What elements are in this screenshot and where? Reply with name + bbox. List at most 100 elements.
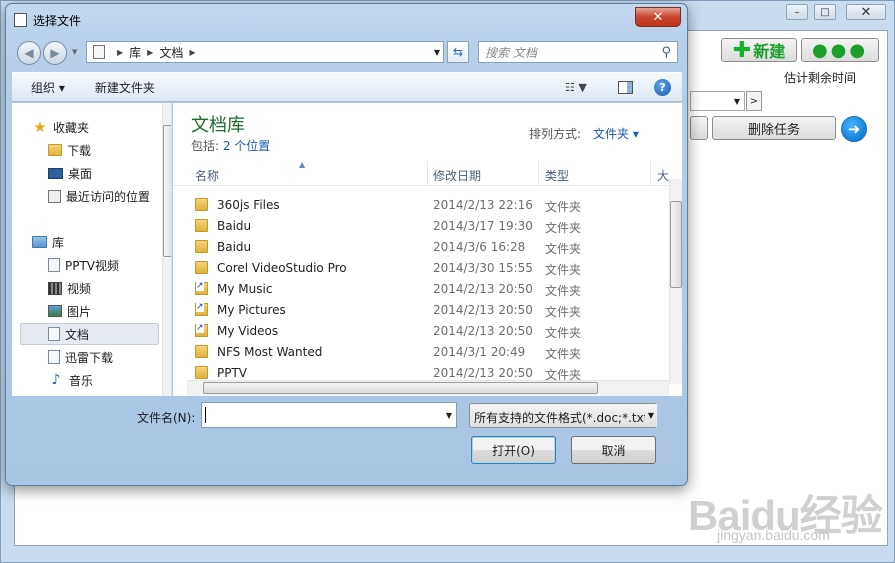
nav-music[interactable]: ♪ 音乐	[48, 369, 171, 391]
file-type: 文件夹	[545, 263, 582, 277]
chevron-right-icon[interactable]: >	[746, 91, 762, 111]
file-row[interactable]: Baidu 2014/3/6 16:28 文件夹	[191, 237, 671, 258]
column-divider[interactable]	[427, 161, 428, 185]
dialog-title: 选择文件	[33, 14, 82, 28]
nav-xunlei-download[interactable]: 迅雷下载	[48, 346, 171, 368]
new-task-button[interactable]: ✚ 新建	[721, 38, 797, 63]
document-icon	[48, 350, 60, 364]
shortcut-folder-icon	[195, 281, 208, 295]
file-type: 文件夹	[545, 347, 582, 361]
nav-downloads[interactable]: 下载	[48, 139, 171, 161]
bg-side-button[interactable]	[690, 116, 708, 140]
file-row[interactable]: My Music 2014/2/13 20:50 文件夹	[191, 279, 671, 300]
chevron-right-icon[interactable]: ▶	[189, 48, 195, 57]
file-name: Baidu	[217, 240, 252, 254]
file-type: 文件夹	[545, 326, 582, 340]
column-type[interactable]: 类型	[545, 167, 569, 184]
column-divider[interactable]	[538, 161, 539, 185]
delete-task-button[interactable]: 删除任务	[712, 116, 836, 140]
file-name: My Pictures	[217, 303, 286, 317]
nav-scrollbar-thumb[interactable]	[163, 125, 171, 257]
star-icon: ★	[33, 118, 47, 136]
file-row[interactable]: NFS Most Wanted 2014/3/1 20:49 文件夹	[191, 342, 671, 363]
nav-favorites[interactable]: ★ 收藏夹	[32, 116, 171, 138]
file-modified: 2014/3/30 15:55	[433, 261, 533, 275]
bg-maximize-button[interactable]: □	[814, 4, 836, 20]
chevron-right-icon[interactable]: ▶	[117, 48, 123, 57]
file-name: 360js Files	[217, 198, 280, 212]
search-input[interactable]: 搜索 文档 ⚲	[478, 41, 678, 63]
chevron-right-icon[interactable]: ▶	[147, 48, 153, 57]
library-includes: 包括: 2 个位置	[191, 137, 270, 154]
breadcrumb-documents[interactable]: 文档	[159, 44, 183, 61]
nav-label: 下载	[67, 143, 92, 158]
nav-pptv-video[interactable]: PPTV视频	[48, 254, 171, 276]
library-icon	[32, 236, 47, 248]
nav-recent-places[interactable]: 最近访问的位置	[48, 185, 171, 207]
navigation-pane: ★ 收藏夹 下载 桌面 最近访问的位置 库 PPTV视频 视频 图片 文档 迅雷下…	[12, 103, 172, 396]
file-modified: 2014/2/13 22:16	[433, 198, 533, 212]
new-folder-button[interactable]: 新建文件夹	[95, 79, 155, 96]
address-bar[interactable]: ▶ 库 ▶ 文档 ▶	[86, 41, 444, 63]
recent-pages-dropdown[interactable]: ▼	[72, 48, 77, 56]
folder-icon	[195, 366, 208, 379]
document-icon	[48, 258, 60, 272]
dialog-title-icon	[14, 13, 27, 27]
more-button[interactable]: ●●●	[801, 38, 879, 62]
column-name[interactable]: 名称	[195, 167, 219, 184]
column-modified[interactable]: 修改日期	[433, 167, 481, 184]
column-size[interactable]: 大	[657, 167, 669, 184]
column-header-row: ▲ 名称 修改日期 类型 大	[173, 160, 669, 186]
file-row[interactable]: My Videos 2014/2/13 20:50 文件夹	[191, 321, 671, 342]
arrow-right-icon[interactable]: ➜	[841, 116, 867, 142]
nav-label: 迅雷下载	[65, 350, 114, 365]
includes-locations-link[interactable]: 2 个位置	[223, 139, 270, 153]
breadcrumb-library[interactable]: 库	[129, 44, 141, 61]
nav-label: 最近访问的位置	[66, 189, 151, 204]
nav-label: 视频	[67, 281, 92, 296]
file-row[interactable]: My Pictures 2014/2/13 20:50 文件夹	[191, 300, 671, 321]
open-button[interactable]: 打开(O)	[471, 436, 556, 464]
file-list-hscroll-thumb[interactable]	[203, 382, 598, 394]
filename-input[interactable]	[201, 402, 457, 428]
bg-minimize-button[interactable]: –	[786, 4, 808, 20]
forward-button[interactable]: ▶	[43, 41, 67, 65]
refresh-icon: ⇆	[452, 45, 464, 59]
filename-label: 文件名(N):	[137, 411, 196, 425]
arrange-by-dropdown[interactable]: 文件夹 ▾	[593, 125, 639, 142]
refresh-button[interactable]: ⇆	[447, 41, 469, 63]
filter-dropdown-icon[interactable]: ▼	[645, 404, 657, 427]
nav-pictures[interactable]: 图片	[48, 300, 171, 322]
file-row[interactable]: Baidu 2014/3/17 19:30 文件夹	[191, 216, 671, 237]
nav-desktop[interactable]: 桌面	[48, 162, 171, 184]
music-icon: ♪	[51, 372, 61, 388]
nav-videos[interactable]: 视频	[48, 277, 171, 299]
text-cursor	[205, 407, 206, 423]
document-icon	[93, 45, 105, 59]
file-type-filter[interactable]: 所有支持的文件格式(*.doc;*.txt	[469, 403, 657, 428]
view-options-icon[interactable]: ☷ ▼	[565, 81, 587, 94]
file-modified: 2014/2/13 20:50	[433, 282, 533, 296]
address-dropdown-icon[interactable]: ▼	[430, 41, 444, 63]
preview-pane-icon[interactable]	[618, 81, 633, 94]
column-divider[interactable]	[650, 161, 651, 185]
file-row[interactable]: Corel VideoStudio Pro 2014/3/30 15:55 文件夹	[191, 258, 671, 279]
nav-libraries[interactable]: 库	[32, 231, 171, 253]
cancel-button[interactable]: 取消	[571, 436, 656, 464]
help-icon[interactable]: ?	[654, 79, 671, 96]
chevron-down-icon[interactable]: ▼	[730, 92, 744, 110]
organize-menu[interactable]: 组织 ▾	[31, 79, 65, 96]
dialog-close-button[interactable]: ✕	[635, 7, 681, 27]
filename-dropdown-icon[interactable]: ▼	[442, 403, 456, 427]
file-modified: 2014/3/1 20:49	[433, 345, 526, 359]
back-button[interactable]: ◀	[17, 41, 41, 65]
file-type: 文件夹	[545, 200, 582, 214]
shortcut-folder-icon	[195, 323, 208, 337]
file-list-vscroll-thumb[interactable]	[670, 201, 682, 288]
bg-close-button[interactable]: ✕	[846, 4, 886, 20]
file-name: PPTV	[217, 366, 248, 380]
nav-documents[interactable]: 文档	[20, 323, 159, 345]
desktop-icon	[48, 167, 63, 179]
file-row[interactable]: 360js Files 2014/2/13 22:16 文件夹	[191, 195, 671, 216]
search-placeholder: 搜索 文档	[485, 45, 537, 60]
